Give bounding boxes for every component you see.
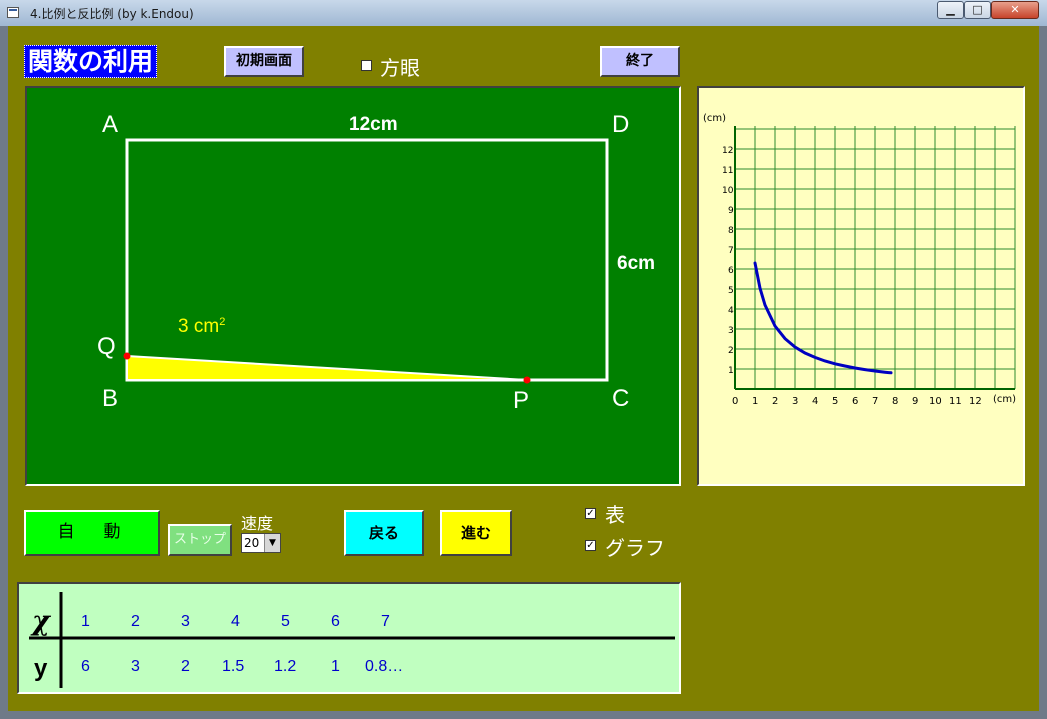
- y-value-cell: 1.5: [222, 658, 244, 675]
- graph-svg: 0 1 2 3 4 5 6 7 8 9 10 11 12123456789101112 (cm) (cm…: [703, 113, 1016, 407]
- back-button[interactable]: 戻る: [344, 510, 424, 556]
- x-tick-label: 3: [792, 396, 798, 407]
- table-cells: 1 2 3 4 5 6 7 6 3 2 1.5 1.2 1 0.8…: [81, 613, 403, 675]
- x-tick-label: 4: [812, 396, 818, 407]
- x-tick-label: 5: [832, 396, 838, 407]
- graph-y-unit: (cm): [703, 113, 726, 124]
- app-window: 4.比例と反比例 (by k.Endou) ▁ □ ✕ 関数の利用 初期画面 方…: [0, 0, 1047, 719]
- y-tick-label: 11: [722, 166, 733, 176]
- title-bar[interactable]: 4.比例と反比例 (by k.Endou) ▁ □ ✕: [0, 0, 1047, 26]
- graph-checkbox[interactable]: ✓: [585, 540, 596, 551]
- speed-label: 速度: [241, 514, 274, 533]
- x-tick-label: 12: [969, 396, 982, 407]
- vertex-c-label: C: [612, 385, 629, 412]
- y-tick-label: 4: [728, 306, 734, 316]
- graph-grid: [735, 126, 1016, 389]
- x-tick-label: 2: [772, 396, 778, 407]
- speed-value: 20: [244, 536, 260, 550]
- x-value-cell: 3: [181, 613, 190, 630]
- graph-label: グラフ: [605, 536, 665, 560]
- stop-button[interactable]: ストップ: [168, 524, 232, 556]
- graph-panel: 0 1 2 3 4 5 6 7 8 9 10 11 12 1 2 3 4 5 6 7 8 9 10 11 12 (cm) (cm…: [697, 86, 1025, 486]
- table-checkbox[interactable]: ✓: [585, 508, 596, 519]
- y-value-cell: 1.2: [274, 658, 296, 675]
- y-tick-label: 2: [728, 346, 734, 356]
- point-q-marker[interactable]: [123, 352, 131, 360]
- next-button[interactable]: 進む: [440, 510, 512, 556]
- area-unit-sup: 2: [219, 316, 225, 328]
- y-value-cell: 1: [331, 658, 340, 675]
- x-value-cell: 1: [81, 613, 90, 630]
- maximize-button[interactable]: □: [964, 1, 991, 19]
- y-tick-label: 5: [728, 286, 734, 296]
- x-tick-label: 8: [892, 396, 898, 407]
- triangle-bpq: [126, 354, 528, 381]
- y-tick-label: 1: [728, 366, 734, 376]
- value-table: χ y 1 2 3 4 5 6 7 6 3 2 1.5 1.2 1 0.8…: [17, 582, 681, 694]
- speed-select[interactable]: 20 ▼: [241, 533, 281, 553]
- vertex-b-label: B: [102, 385, 118, 412]
- x-value-cell: 4: [231, 613, 240, 630]
- y-value-cell: 3: [131, 658, 140, 675]
- x-tick-label: 0: [732, 396, 738, 407]
- window-title: 4.比例と反比例 (by k.Endou): [30, 7, 194, 21]
- app-title: 関数の利用: [24, 45, 158, 78]
- grid-checkbox[interactable]: [361, 60, 372, 71]
- rectangle-abcd: [125, 138, 609, 382]
- vertex-d-label: D: [612, 111, 629, 138]
- area-value: 3 cm: [178, 316, 219, 337]
- width-label: 12cm: [349, 114, 398, 135]
- x-row-header: χ: [30, 606, 52, 637]
- y-value-cell: 0.8…: [365, 658, 403, 675]
- y-tick-label: 10: [722, 186, 734, 196]
- x-tick-label: 7: [872, 396, 878, 407]
- end-button[interactable]: 終了: [600, 46, 680, 77]
- vertex-p-label: P: [513, 387, 529, 414]
- y-tick-label: 6: [728, 266, 734, 276]
- x-tick-label: 9: [912, 396, 918, 407]
- x-tick-label: 11: [949, 396, 962, 407]
- y-tick-label: 12: [722, 146, 733, 156]
- client-area: 関数の利用 初期画面 方眼 終了 A D B C Q P 12cm 6cm 3 …: [8, 26, 1039, 711]
- y-tick-label: 3: [728, 326, 734, 336]
- init-screen-button[interactable]: 初期画面: [224, 46, 304, 77]
- value-table-svg: χ y 1 2 3 4 5 6 7 6 3 2 1.5 1.2 1 0.8…: [29, 592, 675, 688]
- auto-button[interactable]: 自 動: [24, 510, 160, 556]
- area-label: 3 cm2: [178, 316, 225, 337]
- x-tick-label: 10: [929, 396, 942, 407]
- y-tick-label: 9: [728, 206, 734, 216]
- chevron-down-icon[interactable]: ▼: [264, 534, 280, 552]
- close-button[interactable]: ✕: [991, 1, 1039, 19]
- grid-label: 方眼: [380, 56, 420, 80]
- x-tick-label: 1: [752, 396, 758, 407]
- y-tick-label: 7: [728, 246, 734, 256]
- vertex-a-label: A: [102, 111, 118, 138]
- minimize-button[interactable]: ▁: [937, 1, 964, 19]
- app-icon[interactable]: [7, 7, 19, 18]
- figure-canvas: A D B C Q P 12cm 6cm 3 cm2: [25, 86, 681, 486]
- x-value-cell: 7: [381, 613, 390, 630]
- graph-x-unit: (cm): [993, 394, 1016, 405]
- height-label: 6cm: [617, 253, 655, 274]
- x-value-cell: 2: [131, 613, 140, 630]
- y-row-header: y: [34, 655, 48, 682]
- y-tick-label: 8: [728, 226, 734, 236]
- vertex-q-label: Q: [97, 333, 116, 360]
- y-value-cell: 2: [181, 658, 190, 675]
- x-value-cell: 5: [281, 613, 290, 630]
- point-p-marker[interactable]: [523, 376, 531, 384]
- y-value-cell: 6: [81, 658, 90, 675]
- figure-svg: A D B C Q P 12cm 6cm 3 cm2: [97, 111, 655, 414]
- x-tick-label: 6: [852, 396, 858, 407]
- x-value-cell: 6: [331, 613, 340, 630]
- table-label: 表: [605, 503, 625, 527]
